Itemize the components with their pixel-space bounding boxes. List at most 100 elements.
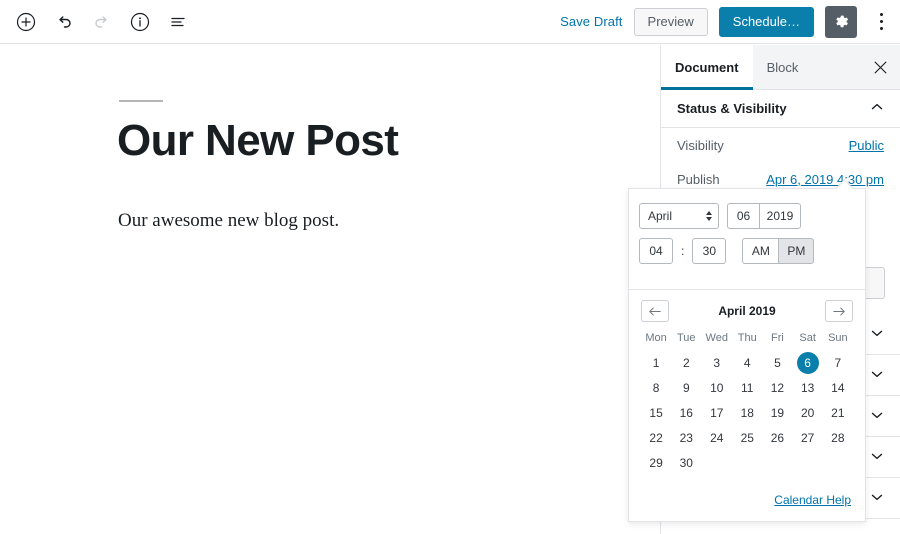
day-number[interactable]: 25 (736, 427, 758, 449)
preview-button[interactable]: Preview (633, 7, 708, 36)
day-number[interactable]: 17 (706, 402, 728, 424)
year-input[interactable]: 2019 (759, 203, 801, 229)
calendar-day-cell[interactable]: 23 (671, 425, 701, 450)
time-row: 04 : 30 AM PM (639, 238, 855, 264)
day-number[interactable]: 20 (797, 402, 819, 424)
time-separator: : (681, 244, 685, 258)
day-number[interactable]: 1 (645, 352, 667, 374)
calendar-day-cell[interactable]: 21 (823, 400, 853, 425)
visibility-value-button[interactable]: Public (849, 138, 884, 153)
info-icon[interactable] (122, 4, 158, 40)
calendar-day-cell[interactable]: 5 (762, 350, 792, 375)
day-number (797, 450, 819, 472)
day-number[interactable]: 15 (645, 402, 667, 424)
arrow-right-icon[interactable] (825, 300, 853, 322)
kebab-menu-icon[interactable] (868, 6, 894, 38)
redo-icon[interactable] (84, 4, 120, 40)
calendar-day-cell[interactable]: 20 (793, 400, 823, 425)
day-number[interactable]: 2 (675, 352, 697, 374)
day-input[interactable]: 06 (727, 203, 759, 229)
block-navigation-icon[interactable] (160, 4, 196, 40)
day-number[interactable]: 29 (645, 452, 667, 474)
calendar-day-cell[interactable]: 24 (701, 425, 732, 450)
calendar-day-cell-empty (701, 450, 732, 475)
calendar-day-cell[interactable]: 16 (671, 400, 701, 425)
calendar-day-cell[interactable]: 15 (641, 400, 671, 425)
calendar-day-cell[interactable]: 1 (641, 350, 671, 375)
calendar-day-cell[interactable]: 29 (641, 450, 671, 475)
day-number[interactable]: 26 (766, 427, 788, 449)
day-number[interactable]: 19 (766, 402, 788, 424)
panel-status-and-visibility[interactable]: Status & Visibility (661, 90, 900, 128)
day-number[interactable]: 28 (827, 427, 849, 449)
day-number[interactable]: 5 (766, 352, 788, 374)
day-number[interactable]: 21 (827, 402, 849, 424)
calendar-day-cell[interactable]: 13 (793, 375, 823, 400)
row-publish-label: Publish (677, 171, 720, 187)
calendar-day-cell[interactable]: 14 (823, 375, 853, 400)
day-number-selected[interactable]: 6 (796, 351, 819, 374)
day-number[interactable]: 13 (797, 377, 819, 399)
tab-document[interactable]: Document (661, 45, 753, 90)
post-title-field[interactable]: Our New Post (117, 116, 399, 165)
calendar-day-cell[interactable]: 3 (701, 350, 732, 375)
month-select[interactable]: April (639, 203, 719, 229)
calendar-day-cell[interactable]: 12 (762, 375, 792, 400)
calendar-weekday-row: Mon Tue Wed Thu Fri Sat Sun (641, 330, 853, 350)
arrow-left-icon[interactable] (641, 300, 669, 322)
day-number[interactable]: 12 (766, 377, 788, 399)
calendar-day-cell[interactable]: 26 (762, 425, 792, 450)
gear-icon[interactable] (825, 5, 857, 38)
weekday-wed: Wed (705, 332, 728, 344)
day-number[interactable]: 14 (827, 377, 849, 399)
add-block-icon[interactable] (8, 4, 44, 40)
day-number[interactable]: 7 (827, 352, 849, 374)
calendar-day-cell[interactable]: 18 (732, 400, 762, 425)
day-number[interactable]: 4 (736, 352, 758, 374)
day-number[interactable]: 3 (706, 352, 728, 374)
calendar-day-cell[interactable]: 17 (701, 400, 732, 425)
calendar-day-cell[interactable]: 9 (671, 375, 701, 400)
calendar-grid: Mon Tue Wed Thu Fri Sat Sun 1 2 3 4 5 6 … (641, 330, 853, 475)
day-number (766, 450, 788, 472)
calendar-day-cell-selected[interactable]: 6 (793, 350, 823, 375)
day-number[interactable]: 16 (675, 402, 697, 424)
day-number[interactable]: 8 (645, 377, 667, 399)
day-number[interactable]: 23 (675, 427, 697, 449)
day-number[interactable]: 9 (675, 377, 697, 399)
save-draft-button[interactable]: Save Draft (560, 14, 622, 29)
publish-date-button[interactable]: Apr 6, 2019 4:30 pm (766, 172, 884, 187)
post-paragraph-block[interactable]: Our awesome new blog post. (118, 207, 339, 236)
day-number[interactable]: 30 (675, 452, 697, 474)
calendar-day-cell[interactable]: 30 (671, 450, 701, 475)
calendar-day-cell[interactable]: 22 (641, 425, 671, 450)
calendar-day-cell[interactable]: 11 (732, 375, 762, 400)
calendar-day-cell[interactable]: 7 (823, 350, 853, 375)
calendar-day-cell[interactable]: 19 (762, 400, 792, 425)
weekday-sun: Sun (828, 332, 848, 344)
chevron-down-icon (870, 449, 884, 466)
day-number[interactable]: 22 (645, 427, 667, 449)
calendar-day-cell[interactable]: 27 (793, 425, 823, 450)
calendar-day-cell[interactable]: 8 (641, 375, 671, 400)
schedule-button[interactable]: Schedule… (718, 6, 814, 37)
calendar-footer: Calendar Help (629, 479, 865, 521)
calendar-day-cell[interactable]: 25 (732, 425, 762, 450)
pm-button[interactable]: PM (778, 238, 815, 264)
day-number[interactable]: 27 (797, 427, 819, 449)
calendar-day-cell[interactable]: 2 (671, 350, 701, 375)
calendar-day-cell[interactable]: 28 (823, 425, 853, 450)
am-button[interactable]: AM (742, 238, 779, 264)
tab-block[interactable]: Block (753, 45, 813, 89)
calendar-day-cell[interactable]: 4 (732, 350, 762, 375)
hour-input[interactable]: 04 (639, 238, 673, 264)
undo-icon[interactable] (46, 4, 82, 40)
calendar-day-cell[interactable]: 10 (701, 375, 732, 400)
day-number[interactable]: 10 (706, 377, 728, 399)
day-number[interactable]: 18 (736, 402, 758, 424)
minute-input[interactable]: 30 (692, 238, 727, 264)
day-number[interactable]: 24 (706, 427, 728, 449)
day-number[interactable]: 11 (736, 377, 758, 399)
calendar-help-link[interactable]: Calendar Help (774, 493, 851, 507)
close-icon[interactable] (860, 45, 900, 89)
